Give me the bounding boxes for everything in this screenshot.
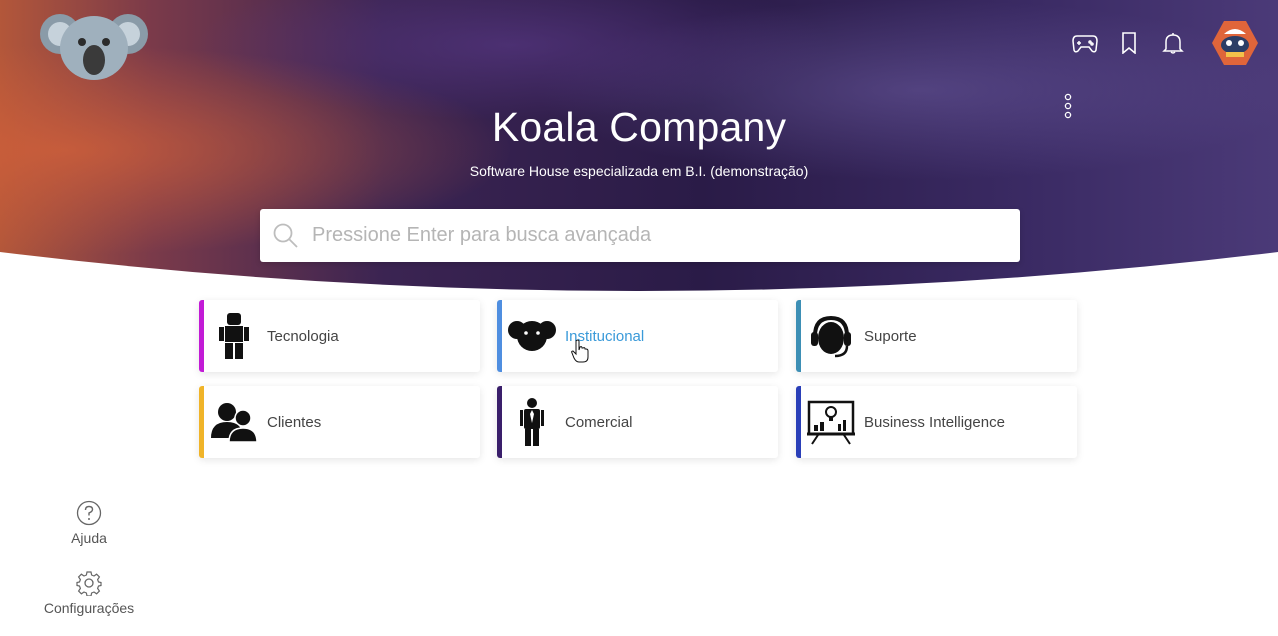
header-actions — [1070, 18, 1260, 68]
card-accent — [796, 386, 801, 458]
gamepad-icon[interactable] — [1070, 28, 1100, 58]
card-clientes[interactable]: Clientes — [199, 386, 480, 458]
businessman-icon — [507, 397, 557, 447]
card-suporte[interactable]: Suporte — [796, 300, 1077, 372]
koala-logo[interactable] — [38, 4, 150, 84]
gear-icon — [76, 571, 102, 596]
search-bar — [260, 209, 1020, 262]
card-label: Business Intelligence — [864, 413, 1005, 431]
headset-icon — [806, 311, 856, 361]
robot-figure-icon — [209, 311, 259, 361]
page: Koala Company Software House especializa… — [0, 0, 1278, 636]
bookmark-icon[interactable] — [1114, 28, 1144, 58]
card-accent — [199, 386, 204, 458]
bell-icon[interactable] — [1158, 28, 1188, 58]
card-tecnologia[interactable]: Tecnologia — [199, 300, 480, 372]
card-comercial[interactable]: Comercial — [497, 386, 778, 458]
card-accent — [199, 300, 204, 372]
hand-cursor-icon — [571, 339, 589, 363]
nav-configuracoes[interactable]: Configurações — [30, 570, 148, 616]
page-title: Koala Company — [491, 104, 787, 150]
card-label: Clientes — [267, 413, 322, 431]
avatar[interactable] — [1210, 18, 1260, 68]
card-business-intelligence[interactable]: Business Intelligence — [796, 386, 1077, 458]
card-institucional[interactable]: Institucional — [497, 300, 778, 372]
help-icon — [76, 500, 102, 526]
search-icon — [273, 223, 298, 248]
card-accent — [796, 300, 801, 372]
card-label: Suporte — [864, 327, 917, 345]
nav-label: Ajuda — [71, 530, 107, 546]
bi-dashboard-icon — [806, 397, 856, 447]
hero-banner: Koala Company Software House especializa… — [0, 0, 1278, 300]
nav-label: Configurações — [43, 600, 135, 616]
koala-icon — [507, 311, 557, 361]
card-accent — [497, 386, 502, 458]
card-accent — [497, 300, 502, 372]
card-label: Tecnologia — [267, 327, 339, 345]
card-label: Comercial — [565, 413, 633, 431]
search-input[interactable] — [312, 224, 992, 247]
users-icon — [209, 397, 259, 447]
nav-ajuda[interactable]: Ajuda — [30, 500, 148, 546]
side-nav: Ajuda Configurações — [30, 500, 148, 636]
page-subtitle: Software House especializada em B.I. (de… — [469, 163, 809, 179]
